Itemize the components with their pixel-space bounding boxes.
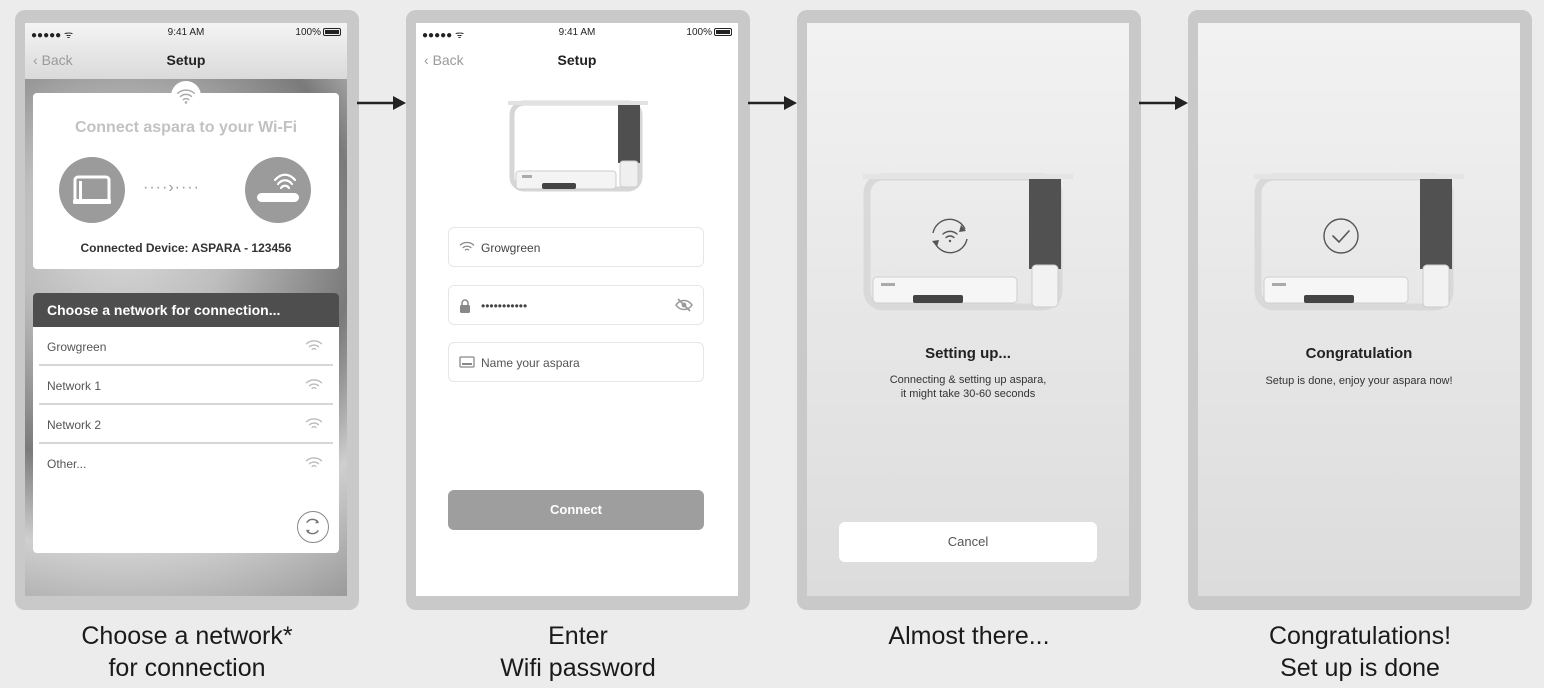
wifi-badge — [171, 81, 201, 111]
password-value: ••••••••••• — [481, 299, 528, 313]
network-item[interactable]: Growgreen — [39, 327, 333, 366]
aspara-device-illustration — [508, 100, 648, 192]
wifi-network-field[interactable]: Growgreen — [448, 227, 704, 267]
phone-frame-4: Congratulation Setup is done, enjoy your… — [1188, 10, 1532, 610]
setup-progress-title: Setting up... — [925, 345, 1011, 362]
status-bar: ●●●●● ᯤ 9:41 AM 100% — [25, 23, 347, 43]
network-item[interactable]: Other... — [39, 444, 333, 483]
device-circle — [59, 157, 125, 223]
connect-button[interactable]: Connect — [448, 490, 704, 530]
nav-bar: ‹ Back Setup — [25, 43, 347, 79]
battery-percent: 100% — [295, 27, 321, 38]
nav-bar: ‹ Back Setup — [416, 43, 738, 79]
caption-step-4: Congratulations! Set up is done — [1188, 620, 1532, 684]
screen-setup-done: Congratulation Setup is done, enjoy your… — [1198, 23, 1520, 596]
screen-setting-up: Setting up... Connecting & setting up as… — [807, 23, 1129, 596]
router-icon — [257, 173, 299, 202]
wifi-icon — [177, 89, 195, 104]
battery-indicator: 100% — [686, 27, 732, 38]
subtitle-line: Connecting & setting up aspara, — [889, 374, 1047, 386]
network-name: Growgreen — [47, 340, 107, 354]
flow-arrow — [357, 96, 406, 110]
connection-dots: ····›···· — [143, 179, 200, 196]
phone-frame-2: ●●●●● ᯤ 9:41 AM 100% ‹ Back Setup Growgr… — [406, 10, 750, 610]
phone-frame-3: Setting up... Connecting & setting up as… — [797, 10, 1141, 610]
screen-enter-password: ●●●●● ᯤ 9:41 AM 100% ‹ Back Setup Growgr… — [416, 23, 738, 596]
flow-arrow — [1139, 96, 1188, 110]
screen-choose-network: ●●●●● ᯤ 9:41 AM 100% ‹ Back Setup Connec… — [25, 23, 347, 596]
wifi-icon — [305, 418, 323, 429]
lock-icon — [460, 299, 470, 313]
caption-line: Enter — [548, 622, 608, 650]
router-circle — [245, 157, 311, 223]
device-name-field[interactable]: Name your aspara — [448, 342, 704, 382]
network-list-header: Choose a network for connection... — [33, 293, 339, 327]
phone-frame-1: ●●●●● ᯤ 9:41 AM 100% ‹ Back Setup Connec… — [15, 10, 359, 610]
caption-line: Congratulations! — [1268, 622, 1452, 650]
caption-step-1: Choose a network* for connection — [15, 620, 359, 684]
network-list-card: Choose a network for connection... Growg… — [33, 293, 339, 553]
status-bar: ●●●●● ᯤ 9:41 AM 100% — [416, 23, 738, 43]
nav-title: Setup — [557, 52, 597, 68]
card-title: Connect aspara to your Wi-Fi — [74, 119, 298, 136]
wifi-icon — [305, 340, 323, 351]
network-name: Network 2 — [47, 418, 102, 432]
setup-done-subtitle: Setup is done, enjoy your aspara now! — [1265, 375, 1453, 387]
caption-line: Wifi password — [500, 654, 656, 682]
setup-done-title: Congratulation — [1305, 345, 1413, 362]
cancel-button[interactable]: Cancel — [839, 522, 1097, 562]
caption-line: Set up is done — [1280, 654, 1440, 682]
network-item[interactable]: Network 2 — [39, 405, 333, 444]
network-name: Other... — [47, 457, 87, 471]
connected-device-label: Connected Device: ASPARA - 123456 — [80, 241, 292, 255]
aspara-device-icon — [459, 356, 475, 368]
network-name: Network 1 — [47, 379, 102, 393]
setup-progress-subtitle: Connecting & setting up aspara, it might… — [807, 373, 1129, 401]
eye-off-icon[interactable] — [675, 298, 693, 312]
caption-step-2: Enter Wifi password — [406, 620, 750, 684]
battery-indicator: 100% — [295, 27, 341, 38]
nav-title: Setup — [166, 52, 206, 68]
battery-percent: 100% — [686, 27, 712, 38]
caption-line: for connection — [108, 654, 266, 682]
battery-icon — [714, 28, 732, 37]
flow-arrow — [748, 96, 797, 110]
aspara-device-illustration — [863, 173, 1073, 311]
password-field[interactable]: ••••••••••• — [448, 285, 704, 325]
caption-line: Choose a network* — [81, 622, 293, 650]
flow-canvas: ●●●●● ᯤ 9:41 AM 100% ‹ Back Setup Connec… — [0, 0, 1544, 688]
wifi-icon — [305, 379, 323, 390]
refresh-icon — [306, 518, 319, 535]
refresh-button[interactable] — [297, 511, 329, 543]
wifi-icon — [305, 457, 323, 468]
battery-icon — [323, 28, 341, 37]
network-item[interactable]: Network 1 — [39, 366, 333, 405]
connect-card: Connect aspara to your Wi-Fi ····›···· C… — [33, 81, 339, 269]
wifi-icon — [459, 241, 475, 251]
caption-line: Almost there... — [888, 622, 1050, 650]
wifi-network-value: Growgreen — [481, 241, 541, 255]
device-name-placeholder: Name your aspara — [481, 356, 580, 370]
caption-step-3: Almost there... — [797, 620, 1141, 652]
subtitle-line: it might take 30-60 seconds — [900, 388, 1036, 400]
aspara-device-icon — [73, 175, 111, 204]
aspara-device-illustration — [1254, 173, 1464, 311]
